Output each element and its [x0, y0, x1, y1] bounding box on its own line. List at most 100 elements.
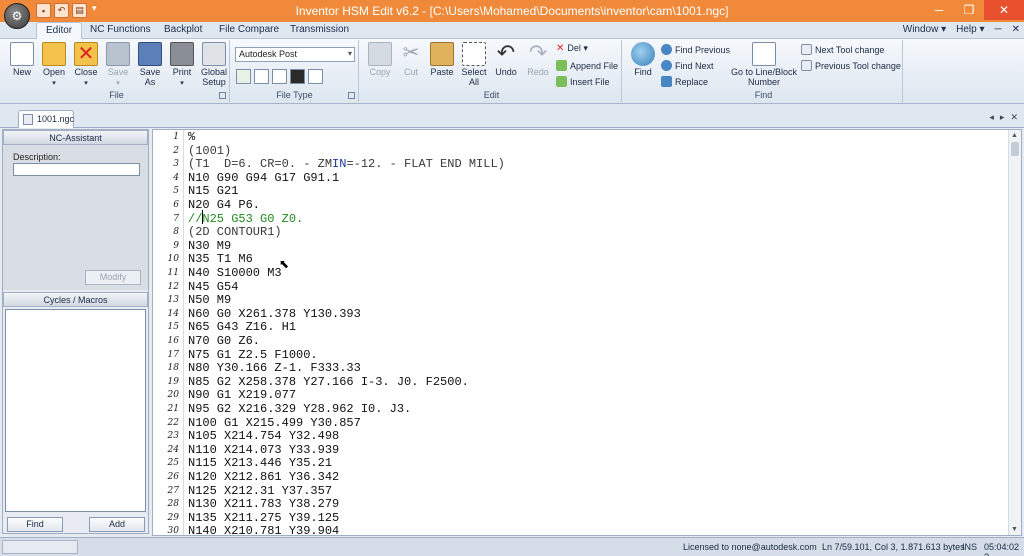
modify-button[interactable]: Modify [85, 270, 141, 285]
code-line[interactable]: N40 S10000 M3 [188, 266, 282, 280]
text-cursor [202, 210, 203, 224]
tab-transmission[interactable]: Transmission [290, 24, 349, 35]
copy-button[interactable]: Copy [364, 42, 396, 77]
mdi-close-button[interactable]: ✕ [1012, 24, 1020, 35]
global-setup-button[interactable]: Global Setup [198, 42, 230, 87]
group-find: Find Find Previous Find Next Replace Go … [625, 40, 903, 102]
code-line[interactable]: N15 G21 [188, 184, 238, 198]
doctab-navigation: ◂ ▸ ✕ [989, 112, 1018, 123]
magnifier-icon [631, 42, 655, 66]
goto-line-button[interactable]: Go to Line/Block Number [729, 42, 799, 87]
code-line[interactable]: //N25 G53 G0 Z0. [188, 212, 303, 226]
code-line[interactable]: (T1 D=6. CR=0. - ZMIN=-12. - FLAT END MI… [188, 157, 505, 171]
code-line[interactable]: N65 G43 Z16. H1 [188, 320, 296, 334]
code-line[interactable]: N110 X214.073 Y33.939 [188, 443, 339, 457]
find-button[interactable]: Find [627, 42, 659, 77]
redo-button[interactable]: ↷ Redo [522, 42, 554, 78]
undo-button[interactable]: ↶ Undo [490, 42, 522, 78]
mdi-minimize-button[interactable]: ─ [995, 24, 1002, 35]
line-number: 26 [167, 472, 179, 482]
code-line[interactable]: N135 X211.275 Y39.125 [188, 511, 339, 525]
line-number: 20 [167, 390, 179, 401]
find-previous-button[interactable]: Find Previous [661, 44, 730, 55]
replace-button[interactable]: Replace [661, 76, 708, 87]
tab-scroll-left-icon[interactable]: ◂ [989, 112, 994, 123]
add-macro-button[interactable]: Add [89, 517, 145, 532]
code-line[interactable]: N125 X212.31 Y37.357 [188, 484, 332, 498]
code-line[interactable]: N45 G54 [188, 280, 238, 294]
append-file-button[interactable]: Append File [556, 60, 618, 71]
paste-button[interactable]: Paste [426, 42, 458, 77]
nc-file-icon [23, 114, 33, 125]
close-document-icon[interactable]: ✕ [1010, 112, 1018, 123]
description-input[interactable] [13, 163, 140, 176]
app-menu-button[interactable]: ⚙ [4, 3, 30, 29]
cut-button[interactable]: ✂ Cut [395, 42, 427, 77]
doc-tab-1001[interactable]: 1001.ngc [18, 110, 74, 128]
code-line[interactable]: N120 X212.861 Y36.342 [188, 470, 339, 484]
tab-backplot[interactable]: Backplot [164, 24, 202, 35]
filetype-terminal-icon[interactable] [290, 69, 305, 84]
close-button[interactable]: ✕ [984, 0, 1024, 20]
tab-editor[interactable]: Editor [36, 22, 83, 39]
tab-nc-functions[interactable]: NC Functions [90, 24, 151, 35]
code-line[interactable]: N90 G1 X219.077 [188, 388, 296, 402]
code-line[interactable]: N85 G2 X258.378 Y27.166 I-3. J0. F2500. [188, 375, 469, 389]
code-line[interactable]: N100 G1 X215.499 Y30.857 [188, 416, 361, 430]
code-line[interactable]: N80 Y30.166 Z-1. F333.33 [188, 361, 361, 375]
scrollbar-thumb[interactable] [1011, 142, 1019, 156]
code-line[interactable]: N10 G90 G94 G17 G91.1 [188, 171, 339, 185]
filetype-page-icon[interactable] [308, 69, 323, 84]
window-menu[interactable]: Window ▾ [903, 24, 946, 35]
new-button[interactable]: New [6, 42, 38, 77]
keyword-highlight: IN [332, 157, 347, 172]
file-launcher-icon[interactable] [219, 92, 226, 99]
code-line[interactable]: (2D CONTOUR1) [188, 225, 282, 239]
code-line[interactable]: N140 X210.781 Y39.904 [188, 524, 339, 535]
code-line[interactable]: N75 G1 Z2.5 F1000. [188, 348, 318, 362]
vertical-scrollbar[interactable]: ▲ ▼ [1008, 130, 1021, 535]
cycles-macros-list[interactable] [5, 309, 146, 512]
find-next-button[interactable]: Find Next [661, 60, 714, 71]
save-button[interactable]: Save ▾ [102, 42, 134, 87]
tab-scroll-right-icon[interactable]: ▸ [1000, 112, 1005, 123]
minimize-button[interactable]: ─ [924, 0, 954, 20]
code-line[interactable]: N60 G0 X261.378 Y130.393 [188, 307, 361, 321]
copy-icon [368, 42, 392, 66]
del-button[interactable]: ✕ Del ▾ [556, 43, 588, 54]
code-line[interactable]: N50 M9 [188, 293, 231, 307]
code-line[interactable]: N35 T1 M6 [188, 252, 253, 266]
code-editor[interactable]: 1 2 3 4 5 6 7 8 9 10 11 12 13 14 15 16 17 18 19 20 21 22 23 24 2… [152, 129, 1022, 536]
code-line[interactable]: % [188, 130, 195, 144]
code-line[interactable]: (1001) [188, 144, 231, 158]
status-bar: Licensed to none@autodesk.com Ln 7/59.10… [0, 537, 1024, 556]
scroll-down-icon[interactable]: ▼ [1011, 526, 1018, 533]
scroll-up-icon[interactable]: ▲ [1011, 132, 1018, 139]
code-line[interactable]: N95 G2 X216.329 Y28.962 I0. J3. [188, 402, 411, 416]
insert-file-button[interactable]: Insert File [556, 76, 610, 87]
code-line[interactable]: N20 G4 P6. [188, 198, 260, 212]
code-line[interactable]: N130 X211.783 Y38.279 [188, 497, 339, 511]
next-tool-change-button[interactable]: Next Tool change [801, 44, 884, 55]
open-button[interactable]: Open ▾ [38, 42, 70, 87]
tab-file-compare[interactable]: File Compare [219, 24, 279, 35]
file-type-launcher-icon[interactable] [348, 92, 355, 99]
filetype-color-icon[interactable] [236, 69, 251, 84]
save-as-button[interactable]: Save As [134, 42, 166, 87]
help-menu[interactable]: Help ▾ [956, 24, 984, 35]
select-all-button[interactable]: Select All [458, 42, 490, 87]
code-line[interactable]: N105 X214.754 Y32.498 [188, 429, 339, 443]
previous-tool-change-button[interactable]: Previous Tool change [801, 60, 901, 71]
line-number: 13 [167, 295, 179, 306]
find-macro-button[interactable]: Find [7, 517, 63, 532]
restore-button[interactable]: ❐ [954, 0, 984, 20]
code-line[interactable]: N30 M9 [188, 239, 231, 253]
filetype-doc-icon[interactable] [272, 69, 287, 84]
print-button[interactable]: Print ▾ [166, 42, 198, 87]
goto-line-icon [752, 42, 776, 66]
filetype-list-icon[interactable] [254, 69, 269, 84]
code-line[interactable]: N115 X213.446 Y35.21 [188, 456, 332, 470]
post-processor-select[interactable]: Autodesk Post [235, 47, 355, 62]
close-file-button[interactable]: ✕ Close ▾ [70, 42, 102, 87]
code-line[interactable]: N70 G0 Z6. [188, 334, 260, 348]
